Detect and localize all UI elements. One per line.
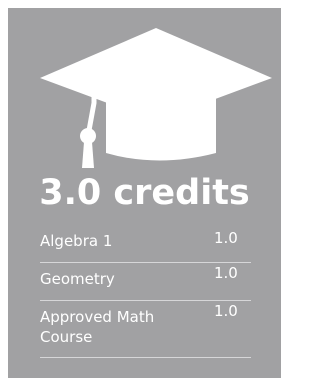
course-name: Approved Math Course — [40, 308, 155, 346]
course-row: Algebra 1 1.0 — [40, 228, 251, 263]
course-name: Algebra 1 — [40, 232, 113, 250]
course-credits: 1.0 — [214, 229, 238, 247]
course-credits: 1.0 — [214, 302, 238, 320]
total-credits-heading: 3.0 credits — [39, 173, 250, 213]
graduation-cap-icon — [40, 28, 272, 168]
course-credits: 1.0 — [214, 264, 238, 282]
course-list: Algebra 1 1.0 Geometry 1.0 Approved Math… — [40, 228, 251, 358]
course-row: Approved Math Course 1.0 — [40, 301, 251, 358]
credits-card: 3.0 credits Algebra 1 1.0 Geometry 1.0 A… — [8, 8, 281, 378]
course-row: Geometry 1.0 — [40, 263, 251, 301]
course-name: Geometry — [40, 270, 115, 288]
